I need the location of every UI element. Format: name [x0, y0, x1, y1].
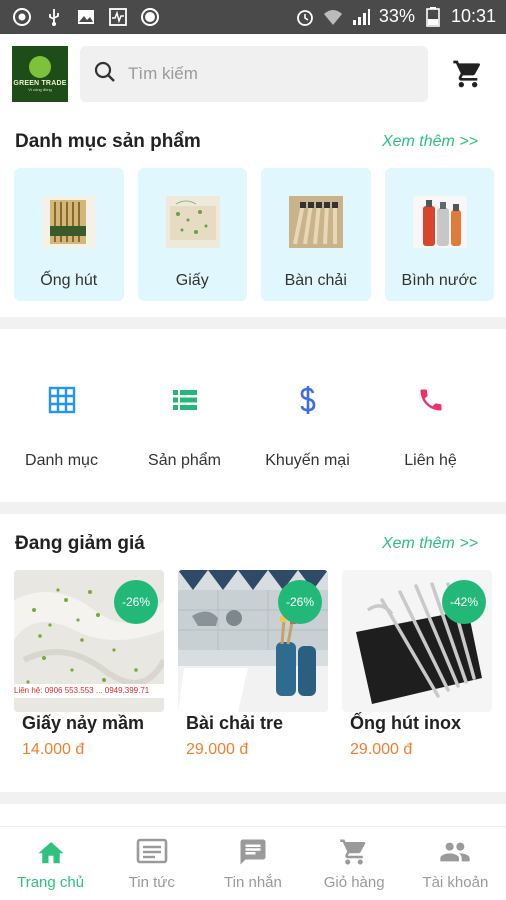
quick-menu-label: Danh mục	[25, 452, 98, 469]
battery-percent: 33%	[378, 6, 415, 26]
home-icon	[35, 837, 67, 867]
category-label: Bình nước	[401, 272, 477, 289]
categories-title: Danh mục sản phẩm	[15, 131, 201, 152]
product-name: Giấy nảy mầm	[22, 713, 145, 733]
quick-menu: Danh mục Sản phẩm Khuyến mại Liên hệ	[0, 370, 506, 480]
list-icon	[169, 384, 201, 416]
record-icon	[140, 7, 160, 27]
quick-menu-promotions[interactable]: Khuyến mại	[246, 370, 369, 480]
sale-product-list: Liên hệ: 0906 553.553 ... 0949.399.71 -2…	[14, 570, 506, 770]
straw-product-image	[42, 196, 96, 248]
nav-label: Tài khoản	[422, 874, 489, 891]
wifi-icon	[323, 7, 343, 27]
logo-subtext: Vì cộng đồng	[28, 87, 52, 92]
category-toothbrush[interactable]: Bàn chải	[261, 168, 371, 301]
bottle-product-image	[412, 196, 467, 248]
discount-badge: -26%	[114, 580, 158, 624]
nav-account[interactable]: Tài khoản	[405, 827, 506, 900]
clock: 10:31	[450, 6, 496, 26]
toothbrush-product-image	[289, 196, 343, 248]
sale-see-more-link[interactable]: Xem thêm >>	[382, 535, 478, 553]
quick-menu-categories[interactable]: Danh mục	[0, 370, 123, 480]
discount-badge: -42%	[442, 580, 486, 624]
logo-text: GREEN TRADE	[13, 80, 67, 87]
nav-label: Giỏ hàng	[323, 874, 385, 891]
message-icon	[237, 837, 269, 867]
target-icon	[12, 7, 32, 27]
search-icon	[94, 61, 116, 88]
image-icon	[76, 7, 96, 27]
nav-news[interactable]: Tin tức	[101, 827, 202, 900]
battery-icon	[423, 6, 443, 27]
category-straw[interactable]: Ống hút	[14, 168, 124, 301]
discount-badge: -26%	[278, 580, 322, 624]
nav-cart[interactable]: Giỏ hàng	[304, 827, 405, 900]
grid-icon	[46, 384, 78, 416]
paper-product-image	[165, 196, 220, 248]
dollar-icon	[292, 384, 324, 416]
sale-title: Đang giảm giá	[15, 533, 145, 554]
search-input[interactable]: Tìm kiếm	[80, 46, 428, 102]
phone-icon	[415, 384, 447, 416]
activity-icon	[108, 7, 128, 27]
product-price: 29.000 đ	[186, 741, 249, 758]
section-divider	[0, 317, 506, 329]
nav-home[interactable]: Trang chủ	[0, 827, 101, 900]
category-label: Bàn chải	[284, 272, 347, 289]
quick-menu-label: Liên hệ	[404, 452, 457, 469]
product-name: Bài chải tre	[186, 713, 284, 733]
categories-see-more-link[interactable]: Xem thêm >>	[382, 133, 478, 151]
product-price: 29.000 đ	[350, 741, 413, 758]
cart-icon	[453, 60, 481, 88]
image-caption: Liên hệ: 0906 553.553 ... 0949.399.71	[14, 686, 150, 695]
leaf-icon	[29, 56, 51, 78]
cart-button[interactable]	[452, 58, 484, 90]
category-list: Ống hút Giấy Bàn chải Bình nước	[14, 168, 494, 301]
app-header: GREEN TRADE Vì cộng đồng Tìm kiếm	[0, 34, 506, 116]
section-divider	[0, 502, 506, 514]
nav-messages[interactable]: Tin nhắn	[202, 827, 303, 900]
product-card[interactable]: -42% Ống hút inox 29.000 đ	[342, 570, 492, 770]
product-card[interactable]: -26% Bài chải tre 29.000 đ	[178, 570, 328, 770]
category-label: Giấy	[175, 272, 209, 289]
search-placeholder: Tìm kiếm	[128, 64, 198, 83]
usb-icon	[44, 7, 64, 27]
status-bar: 33% 10:31	[0, 0, 506, 34]
signal-icon	[351, 7, 371, 27]
system-icons: 33% 10:31	[295, 6, 496, 27]
news-icon	[136, 837, 168, 867]
quick-menu-label: Khuyến mại	[265, 452, 350, 469]
nav-label: Tin nhắn	[224, 874, 282, 891]
cart-icon	[338, 837, 370, 867]
product-price: 14.000 đ	[22, 741, 85, 758]
quick-menu-label: Sản phẩm	[148, 452, 221, 469]
alarm-icon	[295, 7, 315, 27]
quick-menu-contact[interactable]: Liên hệ	[369, 370, 492, 480]
nav-label: Trang chủ	[17, 874, 85, 891]
account-icon	[439, 837, 471, 867]
category-bottle[interactable]: Bình nước	[384, 168, 494, 301]
section-divider	[0, 792, 506, 804]
product-name: Ống hút inox	[350, 713, 461, 733]
product-card[interactable]: Liên hệ: 0906 553.553 ... 0949.399.71 -2…	[14, 570, 164, 770]
bottom-navigation: Trang chủ Tin tức Tin nhắn Giỏ hàng Tài …	[0, 826, 506, 900]
category-paper[interactable]: Giấy	[137, 168, 247, 301]
category-label: Ống hút	[40, 272, 98, 289]
quick-menu-products[interactable]: Sản phẩm	[123, 370, 246, 480]
nav-label: Tin tức	[128, 874, 175, 891]
notification-icons	[12, 7, 160, 27]
brand-logo[interactable]: GREEN TRADE Vì cộng đồng	[12, 46, 68, 102]
